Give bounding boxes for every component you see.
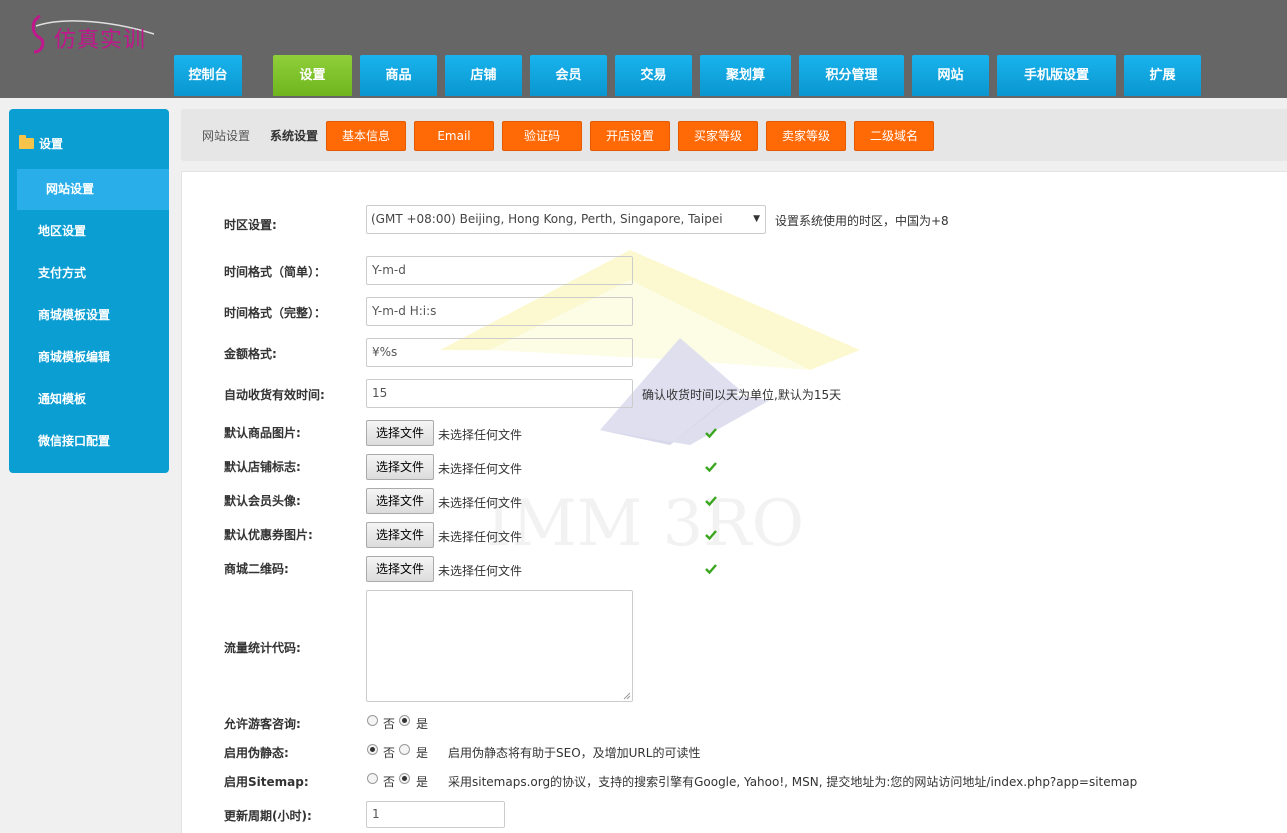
date-short-input[interactable]: Y-m-d [366,256,633,285]
store-logo-label: 默认店铺标志: [224,460,301,474]
settings-tabbar: 网站设置 系统设置 基本信息 Email 验证码 开店设置 买家等级 卖家等级 … [181,109,1287,161]
tab-basic-info[interactable]: 基本信息 [326,121,406,151]
stats-code-label: 流量统计代码: [224,641,301,655]
timezone-select[interactable]: (GMT +08:00) Beijing, Hong Kong, Perth, … [366,205,766,234]
settings-panel [181,171,1287,833]
goods-image-label: 默认商品图片: [224,426,301,440]
check-icon [705,462,717,473]
member-avatar-choose-button[interactable]: 选择文件 [366,488,434,514]
rewrite-no-radio[interactable] [367,744,378,755]
sidebar-item-region-settings[interactable]: 地区设置 [17,211,169,252]
sidebar: 设置 网站设置 地区设置 支付方式 商城模板设置 商城模板编辑 通知模板 微信接… [9,109,169,473]
breadcrumb-site-settings[interactable]: 网站设置 [202,127,250,144]
qrcode-filename: 未选择任何文件 [438,564,523,578]
sitemap-no-radio[interactable] [367,773,378,784]
tab-captcha[interactable]: 验证码 [502,121,582,151]
auto-receive-label: 自动收货有效时间: [224,388,325,402]
chevron-down-icon: ▼ [753,214,760,224]
member-avatar-filename: 未选择任何文件 [438,496,523,510]
nav-store[interactable]: 店铺 [445,55,522,96]
rewrite-no-label: 否 [383,746,396,760]
store-logo-filename: 未选择任何文件 [438,462,523,476]
timezone-hint: 设置系统使用的时区，中国为+8 [775,214,949,228]
nav-points[interactable]: 积分管理 [799,55,904,96]
check-icon [705,496,717,507]
sitemap-yes-radio[interactable] [399,773,410,784]
nav-goods[interactable]: 商品 [360,55,437,96]
sidebar-heading-label: 设置 [39,137,64,151]
guest-consult-label: 允许游客咨询: [224,717,301,731]
auto-receive-hint: 确认收货时间以天为单位,默认为15天 [642,388,842,402]
rewrite-label: 启用伪静态: [224,746,289,760]
sitemap-hint: 采用sitemaps.org的协议，支持的搜索引擎有Google, Yahoo!… [448,775,1138,789]
check-icon [705,428,717,439]
nav-dashboard[interactable]: 控制台 [174,55,242,96]
breadcrumb-system-settings: 系统设置 [270,129,319,143]
check-icon [705,530,717,541]
nav-extend[interactable]: 扩展 [1124,55,1201,96]
nav-mobile-settings[interactable]: 手机版设置 [997,55,1116,96]
nav-website[interactable]: 网站 [912,55,989,96]
coupon-image-choose-button[interactable]: 选择文件 [366,522,434,548]
sitemap-label: 启用Sitemap: [224,775,309,789]
guest-consult-yes-radio[interactable] [399,715,410,726]
stats-code-textarea[interactable] [366,590,633,702]
tab-buyer-level[interactable]: 买家等级 [678,121,758,151]
nav-member[interactable]: 会员 [530,55,607,96]
nav-settings[interactable]: 设置 [273,55,352,96]
qrcode-choose-button[interactable]: 选择文件 [366,556,434,582]
sidebar-item-template-settings[interactable]: 商城模板设置 [17,295,169,336]
money-format-label: 金额格式: [224,347,277,361]
update-cycle-label: 更新周期(小时): [224,809,312,823]
sitemap-yes-label: 是 [416,775,429,789]
sidebar-item-site-settings[interactable]: 网站设置 [17,169,169,210]
tab-email[interactable]: Email [414,121,494,151]
rewrite-yes-radio[interactable] [399,744,410,755]
folder-icon [19,135,34,149]
store-logo-choose-button[interactable]: 选择文件 [366,454,434,480]
date-full-label: 时间格式（完整）： [224,306,327,320]
coupon-image-filename: 未选择任何文件 [438,530,523,544]
date-full-input[interactable]: Y-m-d H:i:s [366,297,633,326]
coupon-image-label: 默认优惠券图片: [224,528,313,542]
date-short-label: 时间格式（简单）： [224,265,327,279]
update-cycle-input[interactable]: 1 [366,801,505,828]
rewrite-hint: 启用伪静态将有助于SEO，及增加URL的可读性 [448,746,701,760]
rewrite-yes-label: 是 [416,746,429,760]
sidebar-heading[interactable]: 设置 [19,135,63,152]
tab-seller-level[interactable]: 卖家等级 [766,121,846,151]
auto-receive-input[interactable]: 15 [366,379,633,408]
qrcode-label: 商城二维码: [224,562,289,576]
money-format-input[interactable]: ¥%s [366,338,633,367]
tab-subdomain[interactable]: 二级域名 [854,121,934,151]
guest-consult-yes-label: 是 [416,717,429,731]
sidebar-item-wechat[interactable]: 微信接口配置 [17,421,169,462]
timezone-value: (GMT +08:00) Beijing, Hong Kong, Perth, … [371,212,723,226]
guest-consult-no-radio[interactable] [367,715,378,726]
nav-groupbuy[interactable]: 聚划算 [700,55,791,96]
resize-handle-icon[interactable] [623,692,631,700]
logo-text: 仿真实训 [54,28,147,53]
goods-image-choose-button[interactable]: 选择文件 [366,420,434,446]
sidebar-item-notify-template[interactable]: 通知模板 [17,379,169,420]
timezone-label: 时区设置: [224,218,277,232]
sidebar-item-template-edit[interactable]: 商城模板编辑 [17,337,169,378]
member-avatar-label: 默认会员头像: [224,494,301,508]
sitemap-no-label: 否 [383,775,396,789]
guest-consult-no-label: 否 [383,717,396,731]
goods-image-filename: 未选择任何文件 [438,428,523,442]
sidebar-item-payment[interactable]: 支付方式 [17,253,169,294]
nav-trade[interactable]: 交易 [615,55,692,96]
top-header: 仿真实训 控制台 设置 商品 店铺 会员 交易 聚划算 积分管理 网站 手机版设… [0,0,1287,98]
tab-store-open[interactable]: 开店设置 [590,121,670,151]
check-icon [705,564,717,575]
